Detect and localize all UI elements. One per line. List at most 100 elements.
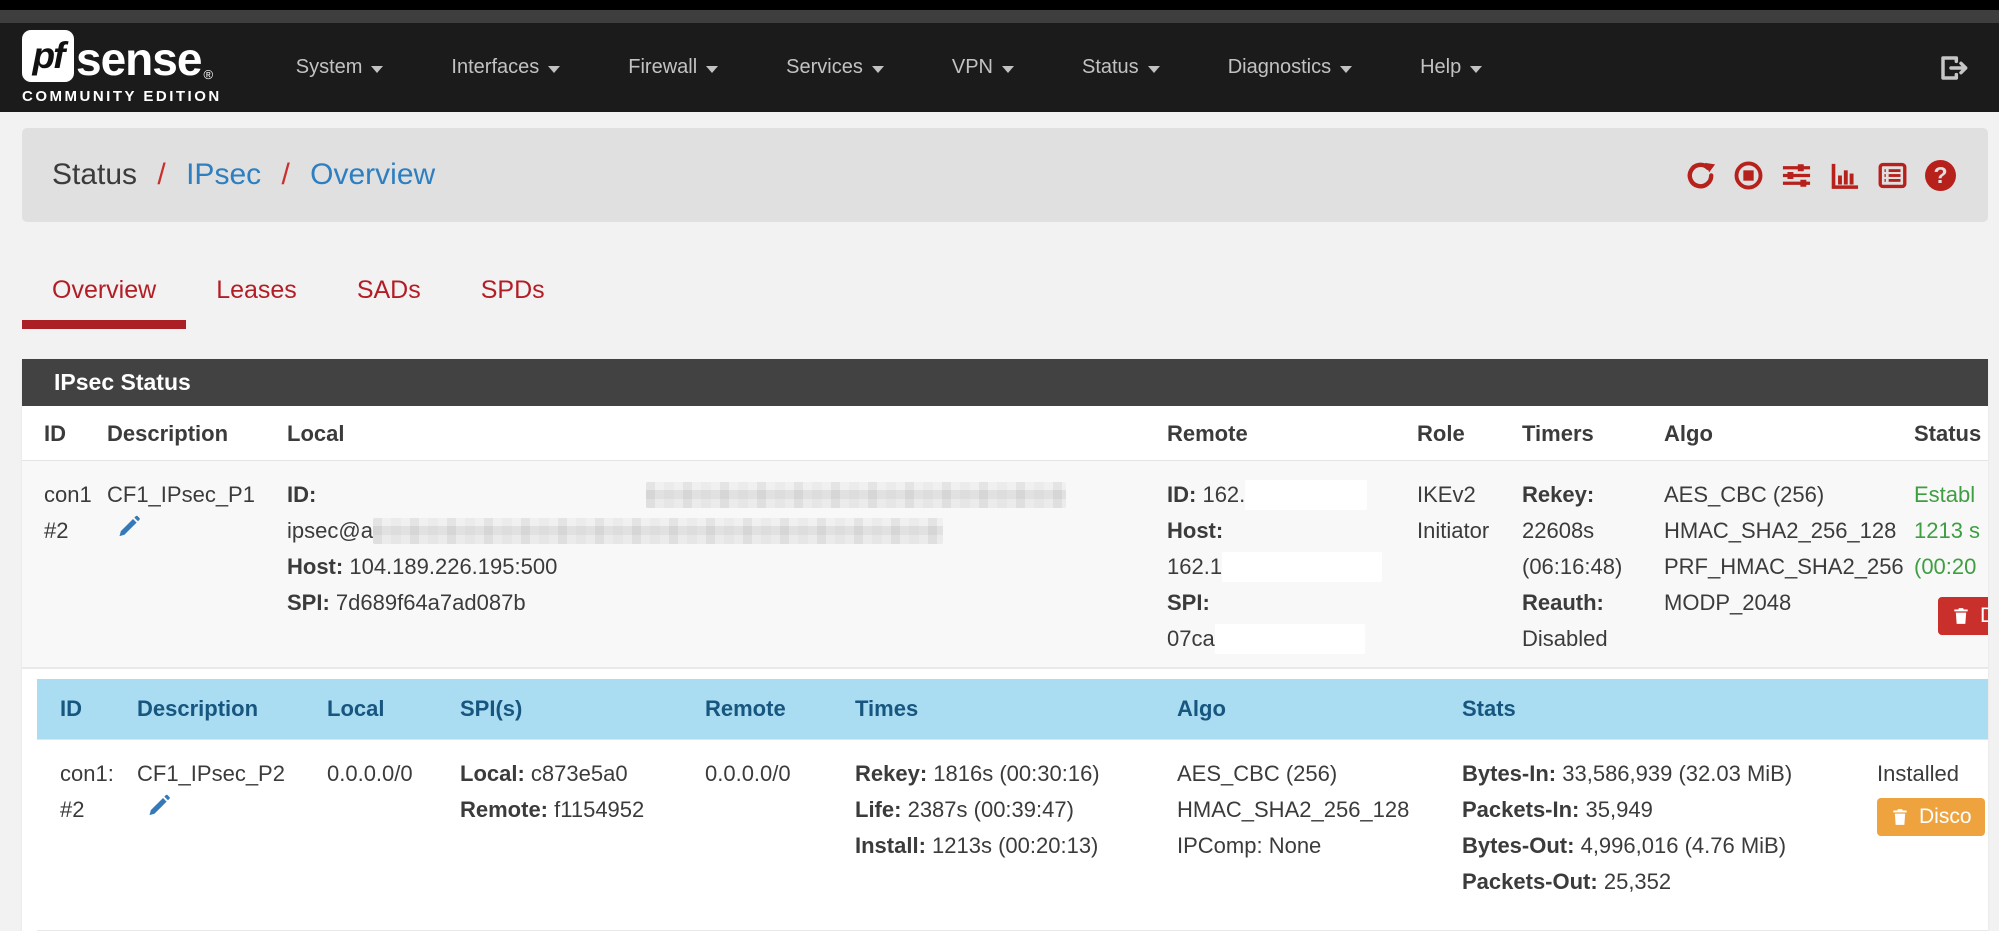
col-header-times: Times <box>845 679 1167 740</box>
registered-mark: ® <box>203 67 213 82</box>
nav-item-help[interactable]: Help <box>1386 56 1516 79</box>
ike-local-cell: ID: ipsec@a Host: 104.189.226.195:500 SP… <box>277 461 1157 669</box>
breadcrumb-bar: Status / IPsec / Overview <box>22 128 1988 222</box>
child-stats-cell: Bytes-In: 33,586,939 (32.03 MiB) Packets… <box>1452 740 1867 931</box>
chevron-down-icon <box>706 66 718 73</box>
chevron-down-icon <box>1340 66 1352 73</box>
panel-title: IPsec Status <box>22 359 1988 406</box>
ipsec-status-panel: IPsec Status ID Description Local Remote… <box>22 359 1988 931</box>
col-header-remote: Remote <box>1157 406 1407 461</box>
child-description-cell: CF1_IPsec_P2 <box>127 740 317 931</box>
redacted-value <box>1245 480 1367 510</box>
chevron-down-icon <box>1148 66 1160 73</box>
chevron-down-icon <box>872 66 884 73</box>
page-action-icons: ? <box>1685 160 1956 191</box>
redacted-value <box>373 518 943 544</box>
nav-item-vpn[interactable]: VPN <box>918 56 1048 79</box>
trash-icon <box>1890 807 1910 827</box>
status-established: Establ <box>1914 477 1988 513</box>
col-header-algo: Algo <box>1167 679 1452 740</box>
col-header-id: ID <box>37 679 127 740</box>
col-header-local: Local <box>317 679 450 740</box>
breadcrumb: Status / IPsec / Overview <box>52 158 435 192</box>
pfsense-logo-pf-box: pf <box>22 30 74 82</box>
child-times-cell: Rekey: 1816s (00:30:16) Life: 2387s (00:… <box>845 740 1167 931</box>
ike-remote-cell: ID: 162. Host: 162.1 SPI: 07ca <box>1157 461 1407 669</box>
breadcrumb-link-overview[interactable]: Overview <box>310 158 435 191</box>
child-local-cell: 0.0.0.0/0 <box>317 740 450 931</box>
redacted-value <box>646 482 1066 508</box>
child-status-cell: Installed Disco <box>1867 740 1988 931</box>
nav-item-system[interactable]: System <box>262 56 418 79</box>
nav-item-interfaces[interactable]: Interfaces <box>417 56 594 79</box>
refresh-icon[interactable] <box>1685 160 1716 191</box>
window-top-edge <box>0 0 1999 10</box>
ike-description-cell: CF1_IPsec_P1 <box>97 461 277 669</box>
ike-algo-cell: AES_CBC (256) HMAC_SHA2_256_128 PRF_HMAC… <box>1654 461 1904 669</box>
tab-spds[interactable]: SPDs <box>451 266 575 329</box>
col-header-description: Description <box>127 679 317 740</box>
child-sa-row-container: ID Description Local SPI(s) Remote Times… <box>22 668 1988 931</box>
sign-out-icon[interactable] <box>1937 52 1969 84</box>
nav-item-services[interactable]: Services <box>752 56 918 79</box>
nav-item-firewall[interactable]: Firewall <box>594 56 752 79</box>
ike-status-table: ID Description Local Remote Role Timers … <box>22 406 1988 931</box>
ike-timers-cell: Rekey: 22608s (06:16:48) Reauth: Disable… <box>1512 461 1654 669</box>
col-header-remote: Remote <box>695 679 845 740</box>
stop-icon[interactable] <box>1733 160 1764 191</box>
col-header-id: ID <box>22 406 97 461</box>
chevron-down-icon <box>371 66 383 73</box>
list-icon[interactable] <box>1877 160 1908 191</box>
nav-item-status[interactable]: Status <box>1048 56 1194 79</box>
nav-menu: System Interfaces Firewall Services VPN … <box>262 56 1516 79</box>
pfsense-logo-sense: sense <box>76 38 201 82</box>
ike-id-cell: con1 #2 <box>22 461 97 669</box>
col-header-description: Description <box>97 406 277 461</box>
chevron-down-icon <box>1002 66 1014 73</box>
main-navbar: pf sense ® COMMUNITY EDITION System Inte… <box>0 23 1999 112</box>
child-spis-cell: Local: c873e5a0 Remote: f1154952 <box>450 740 695 931</box>
col-header-local: Local <box>277 406 1157 461</box>
col-header-stats: Stats <box>1452 679 1867 740</box>
col-header-algo: Algo <box>1654 406 1904 461</box>
child-sa-header-row: ID Description Local SPI(s) Remote Times… <box>37 679 1988 740</box>
breadcrumb-separator: / <box>281 158 289 191</box>
status-installed: Installed <box>1877 756 1988 792</box>
bar-chart-icon[interactable] <box>1829 160 1860 191</box>
disconnect-button[interactable]: Disco <box>1877 798 1985 836</box>
table-row: con1: #2 CF1_IPsec_P2 <box>37 740 1988 931</box>
redacted-value <box>1215 624 1365 654</box>
redacted-value <box>1222 552 1382 582</box>
nav-item-diagnostics[interactable]: Diagnostics <box>1194 56 1386 79</box>
table-row: con1 #2 CF1_IPsec_P1 ID: ipsec@a Hos <box>22 461 1988 669</box>
col-header-blank <box>1867 679 1988 740</box>
col-header-spis: SPI(s) <box>450 679 695 740</box>
breadcrumb-separator: / <box>157 158 165 191</box>
ike-table-header-row: ID Description Local Remote Role Timers … <box>22 406 1988 461</box>
col-header-status: Status <box>1904 406 1988 461</box>
community-edition-label: COMMUNITY EDITION <box>22 88 222 105</box>
sliders-icon[interactable] <box>1781 160 1812 191</box>
disconnect-button[interactable]: Dis <box>1938 597 1988 635</box>
ike-status-cell: Establ 1213 s (00:20 Dis <box>1904 461 1988 669</box>
edit-icon[interactable] <box>145 792 172 830</box>
ipsec-tabs: Overview Leases SADs SPDs <box>22 266 1988 329</box>
tab-sads[interactable]: SADs <box>327 266 451 329</box>
trash-icon <box>1951 606 1971 626</box>
chevron-down-icon <box>548 66 560 73</box>
col-header-role: Role <box>1407 406 1512 461</box>
tab-overview[interactable]: Overview <box>22 266 186 329</box>
edit-icon[interactable] <box>115 513 142 551</box>
pfsense-logo[interactable]: pf sense ® COMMUNITY EDITION <box>22 30 222 105</box>
child-id-cell: con1: #2 <box>37 740 127 931</box>
child-sa-table: ID Description Local SPI(s) Remote Times… <box>37 679 1988 931</box>
col-header-timers: Timers <box>1512 406 1654 461</box>
child-algo-cell: AES_CBC (256) HMAC_SHA2_256_128 IPComp: … <box>1167 740 1452 931</box>
breadcrumb-link-ipsec[interactable]: IPsec <box>186 158 261 191</box>
ike-role-cell: IKEv2 Initiator <box>1407 461 1512 669</box>
help-icon[interactable]: ? <box>1925 160 1956 191</box>
chevron-down-icon <box>1470 66 1482 73</box>
child-remote-cell: 0.0.0.0/0 <box>695 740 845 931</box>
pfsense-logo-wordmark: pf sense ® <box>22 30 222 82</box>
tab-leases[interactable]: Leases <box>186 266 327 329</box>
